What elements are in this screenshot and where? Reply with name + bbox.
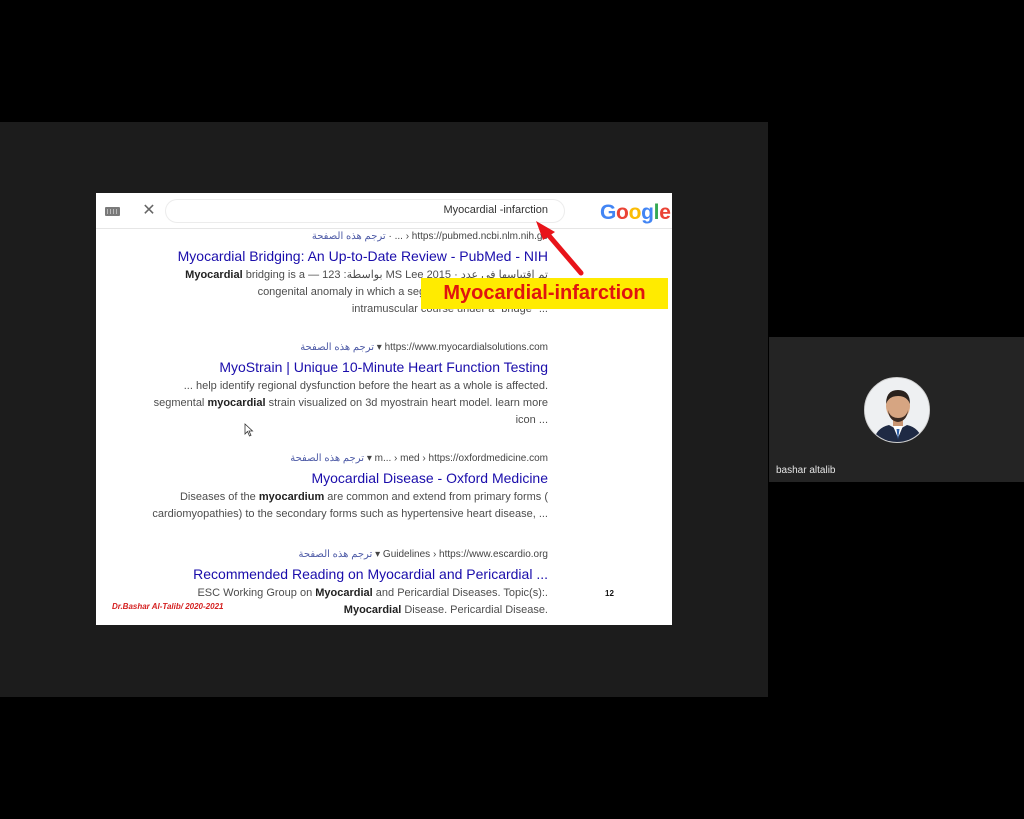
snippet-bold: myocardial xyxy=(207,397,266,409)
presentation-slide: ✕ Myocardial -infarction Google ترجم هذه… xyxy=(96,193,672,625)
annotation-label: Myocardial-infarction xyxy=(421,278,668,309)
result-title-link[interactable]: Myocardial Disease - Oxford Medicine xyxy=(108,469,548,487)
snippet-line: ... help identify regional dysfunction b… xyxy=(183,380,548,392)
search-input[interactable]: Myocardial -infarction xyxy=(166,200,564,222)
result-snippet: ... help identify regional dysfunction b… xyxy=(108,378,548,429)
translate-link[interactable]: ترجم هذه الصفحة xyxy=(300,342,374,353)
google-logo-letter: g xyxy=(641,201,654,224)
snippet-line: icon ... xyxy=(515,414,548,426)
google-logo-letter: G xyxy=(600,201,617,224)
slide-footer-author: Dr.Bashar Al-Talib/ 2020-2021 xyxy=(112,602,224,611)
snippet-line: Diseases of the myocardium are common an… xyxy=(108,489,548,506)
slide-page-number: 12 xyxy=(605,589,614,598)
result-url: · ... › https://pubmed.ncbi.nlm.nih.go xyxy=(388,231,548,242)
google-logo-letter: o xyxy=(616,201,629,224)
snippet-text: strain visualized on 3d myostrain heart … xyxy=(265,397,548,409)
snippet-bold: Myocardial xyxy=(315,587,373,599)
result-title-link[interactable]: Myocardial Bridging: An Up-to-Date Revie… xyxy=(108,247,548,265)
arrow-shaft xyxy=(542,228,584,276)
meeting-window: ✕ Myocardial -infarction Google ترجم هذه… xyxy=(0,0,1024,819)
result-snippet: Diseases of the myocardium are common an… xyxy=(108,489,548,523)
google-logo: Google xyxy=(600,201,671,225)
snippet-bold: myocardium xyxy=(258,491,325,503)
snippet-bold: Myocardial xyxy=(343,604,402,616)
search-result: ترجم هذه الصفحة ▾ https://www.myocardial… xyxy=(108,341,548,429)
snippet-line: ESC Working Group on Myocardial and Peri… xyxy=(108,585,548,602)
result-url: ▾ Guidelines › https://www.escardio.org xyxy=(375,549,548,560)
snippet-bold: Myocardial xyxy=(185,269,243,281)
result-url: ▾ m... › med › https://oxfordmedicine.co… xyxy=(366,453,548,464)
mouse-cursor-icon xyxy=(244,423,254,437)
close-icon[interactable]: ✕ xyxy=(142,202,156,220)
snippet-line: cardiomyopathies) to the secondary forms… xyxy=(152,508,548,520)
result-title-link[interactable]: MyoStrain | Unique 10-Minute Heart Funct… xyxy=(108,358,548,376)
snippet-line: segmental myocardial strain visualized o… xyxy=(108,395,548,412)
google-logo-letter: e xyxy=(659,201,671,224)
result-url: ▾ https://www.myocardialsolutions.com xyxy=(376,342,548,353)
keyboard-icon[interactable] xyxy=(105,207,120,216)
participant-name: bashar altalib xyxy=(776,465,836,476)
participant-avatar xyxy=(864,377,930,443)
result-breadcrumb[interactable]: ترجم هذه الصفحة · ... › https://pubmed.n… xyxy=(108,230,548,243)
snippet-text: Disease. Pericardial Disease. xyxy=(401,604,548,616)
search-query-text: Myocardial -infarction xyxy=(443,204,548,216)
translate-link[interactable]: ترجم هذه الصفحة xyxy=(290,453,364,464)
result-breadcrumb[interactable]: ترجم هذه الصفحة ▾ m... › med › https://o… xyxy=(108,452,548,465)
result-breadcrumb[interactable]: ترجم هذه الصفحة ▾ Guidelines › https://w… xyxy=(108,548,548,561)
search-result: ترجم هذه الصفحة ▾ m... › med › https://o… xyxy=(108,452,548,523)
result-breadcrumb[interactable]: ترجم هذه الصفحة ▾ https://www.myocardial… xyxy=(108,341,548,354)
google-logo-letter: o xyxy=(628,201,642,224)
snippet-text: Diseases of the xyxy=(179,491,259,503)
google-search-bar: ✕ Myocardial -infarction Google xyxy=(96,193,672,229)
translate-link[interactable]: ترجم هذه الصفحة xyxy=(299,549,373,560)
participant-video-tile[interactable]: bashar altalib xyxy=(769,337,1024,482)
snippet-text: are common and extend from primary forms… xyxy=(324,491,548,503)
snippet-text: segmental xyxy=(153,397,208,409)
snippet-text: and Pericardial Diseases. Topic(s):. xyxy=(372,587,548,599)
translate-link[interactable]: ترجم هذه الصفحة xyxy=(312,231,386,242)
result-title-link[interactable]: Recommended Reading on Myocardial and Pe… xyxy=(108,565,548,583)
snippet-text: ESC Working Group on xyxy=(197,587,316,599)
person-photo-icon xyxy=(865,378,929,442)
